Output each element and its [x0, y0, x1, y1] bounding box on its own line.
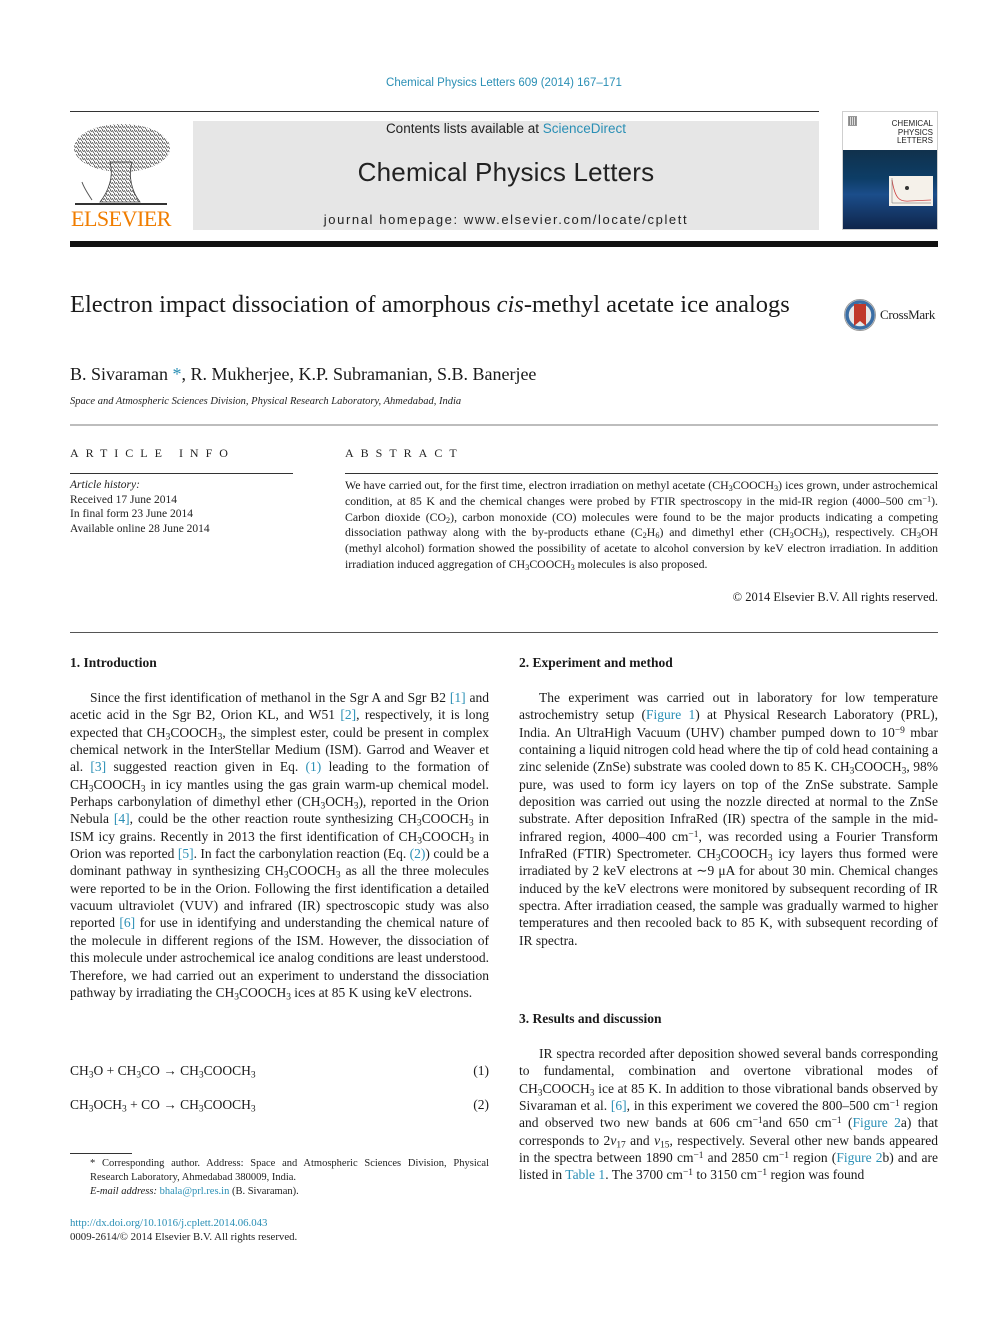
affiliation: Space and Atmospheric Sciences Division,…	[70, 396, 462, 407]
abstract-text: We have carried out, for the first time,…	[345, 478, 939, 573]
reference-link[interactable]: [6]	[119, 915, 135, 930]
reference-link[interactable]: [6]	[611, 1098, 627, 1113]
section-heading-results: 3. Results and discussion	[519, 1011, 662, 1026]
header-thick-rule	[70, 241, 938, 247]
equation-1: CH3O + CH3CO → CH3COOCH3 (1)	[70, 1063, 489, 1081]
footnote-address: * Corresponding author. Address: Space a…	[90, 1158, 489, 1183]
journal-cover-thumbnail[interactable]: CHEMICAL PHYSICS LETTERS	[842, 111, 938, 230]
email-link[interactable]: bhala@prl.res.in	[160, 1186, 230, 1197]
reference-link[interactable]: [1]	[450, 690, 466, 705]
article-info-heading: ARTICLE INFO	[70, 446, 235, 460]
reference-link[interactable]: Figure 2	[853, 1115, 901, 1130]
introduction-paragraph: Since the first identification of methan…	[70, 690, 490, 1003]
article-history: Article history: Received 17 June 2014 I…	[70, 478, 210, 536]
abstract-copyright: © 2014 Elsevier B.V. All rights reserved…	[732, 590, 938, 604]
history-online: Available online 28 June 2014	[70, 522, 210, 535]
history-final-form: In final form 23 June 2014	[70, 508, 193, 520]
journal-homepage-link[interactable]: journal homepage: www.elsevier.com/locat…	[193, 212, 819, 227]
header-rule	[70, 111, 819, 112]
journal-masthead: Contents lists available at ScienceDirec…	[193, 121, 819, 230]
divider	[70, 424, 938, 426]
email-suffix: (B. Sivaraman).	[229, 1186, 299, 1197]
issn-copyright: 0009-2614/© 2014 Elsevier B.V. All right…	[70, 1231, 298, 1243]
reference-link[interactable]: Figure 1	[646, 707, 695, 722]
crossmark-button[interactable]: CrossMark	[843, 298, 943, 334]
elsevier-tree-icon	[74, 124, 170, 205]
equation-number: (2)	[473, 1097, 489, 1112]
reference-link[interactable]: *	[168, 364, 181, 384]
divider	[345, 473, 938, 474]
section-heading-experiment: 2. Experiment and method	[519, 655, 673, 670]
reference-link[interactable]: (2)	[410, 846, 426, 861]
cover-graph-icon	[889, 176, 933, 206]
article-title: Electron impact dissociation of amorphou…	[70, 291, 790, 318]
results-paragraph: IR spectra recorded after deposition sho…	[519, 1046, 939, 1183]
contents-line: Contents lists available at ScienceDirec…	[193, 121, 819, 136]
footnote-divider	[70, 1153, 132, 1154]
elsevier-logo[interactable]: ELSEVIER	[70, 118, 172, 231]
reference-link[interactable]: [4]	[114, 811, 130, 826]
reference-link[interactable]: [3]	[90, 759, 106, 774]
journal-citation-link[interactable]: Chemical Physics Letters 609 (2014) 167–…	[0, 77, 992, 89]
divider	[70, 473, 293, 474]
reference-link[interactable]: [5]	[178, 846, 194, 861]
email-label: E-mail address:	[90, 1186, 160, 1197]
equation-expression: CH3OCH3 + CO → CH3COOCH3	[70, 1097, 256, 1115]
footnote-email-line: E-mail address: bhala@prl.res.in (B. Siv…	[70, 1185, 489, 1199]
equation-2: CH3OCH3 + CO → CH3COOCH3 (2)	[70, 1097, 489, 1115]
abstract-heading: ABSTRACT	[345, 446, 464, 460]
corresponding-author-footnote: * Corresponding author. Address: Space a…	[70, 1157, 489, 1199]
cover-header: CHEMICAL PHYSICS LETTERS	[843, 112, 937, 150]
equation-number: (1)	[473, 1063, 489, 1078]
divider	[70, 632, 938, 633]
cover-title: CHEMICAL PHYSICS LETTERS	[891, 119, 933, 145]
crossmark-icon	[844, 299, 876, 331]
reference-link[interactable]: (1)	[306, 759, 322, 774]
history-received: Received 17 June 2014	[70, 493, 177, 506]
reference-link[interactable]: Figure 2	[836, 1150, 882, 1165]
reference-link[interactable]: Table 1	[565, 1167, 605, 1182]
journal-title: Chemical Physics Letters	[357, 157, 655, 187]
sciencedirect-link[interactable]: ScienceDirect	[543, 121, 626, 136]
reference-link[interactable]: [2]	[340, 707, 356, 722]
doi-link[interactable]: http://dx.doi.org/10.1016/j.cplett.2014.…	[70, 1217, 267, 1229]
equation-expression: CH3O + CH3CO → CH3COOCH3	[70, 1063, 256, 1081]
contents-prefix: Contents lists available at	[385, 121, 543, 136]
section-heading-introduction: 1. Introduction	[70, 655, 157, 670]
elsevier-wordmark: ELSEVIER	[71, 206, 171, 231]
author-list: B. Sivaraman *, R. Mukherjee, K.P. Subra…	[70, 364, 537, 384]
history-label: Article history:	[70, 479, 140, 491]
experiment-paragraph: The experiment was carried out in labora…	[519, 690, 939, 948]
crossmark-label: CrossMark	[880, 307, 936, 322]
cover-elsevier-icon	[848, 116, 857, 126]
